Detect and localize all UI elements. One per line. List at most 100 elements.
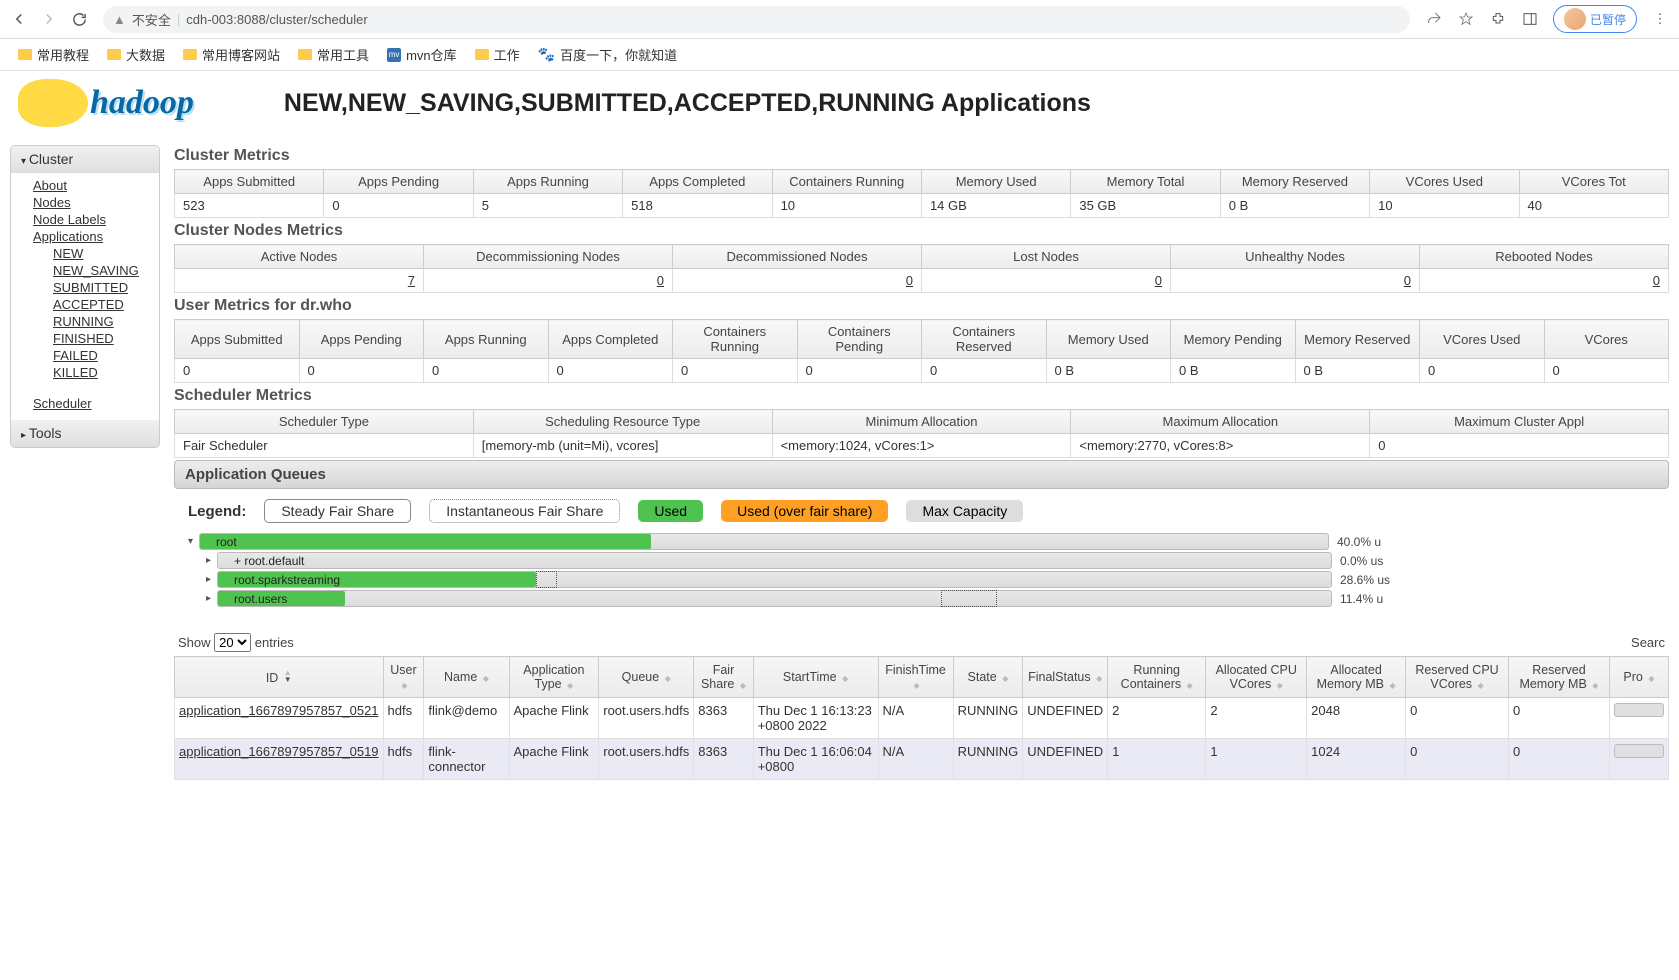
folder-icon (475, 49, 489, 60)
table-cell: 518 (623, 194, 772, 218)
cluster-metrics-table: Apps SubmittedApps PendingApps RunningAp… (174, 169, 1669, 218)
table-header: VCores Used (1370, 170, 1519, 194)
apps-header[interactable]: FinishTime ◆ (878, 657, 953, 698)
sidebar-appstate-link[interactable]: FAILED (53, 347, 159, 364)
queue-bar[interactable]: + root.default (217, 552, 1332, 569)
page-title: NEW,NEW_SAVING,SUBMITTED,ACCEPTED,RUNNIN… (284, 89, 1091, 118)
sidebar-appstate-link[interactable]: RUNNING (53, 313, 159, 330)
apps-header[interactable]: State ◆ (953, 657, 1023, 698)
warn-icon: ▲ (113, 12, 126, 27)
queue-toggle-icon[interactable]: ▸ (206, 574, 217, 585)
url-bar[interactable]: ▲ 不安全 | cdh-003:8088/cluster/scheduler (103, 6, 1410, 33)
bookmark-item[interactable]: 常用教程 (18, 45, 89, 64)
menu-icon[interactable]: ⋮ (1651, 10, 1669, 28)
table-header: Unhealthy Nodes (1171, 245, 1420, 269)
node-metrics-title: Cluster Nodes Metrics (174, 220, 1669, 244)
apps-header[interactable]: Reserved Memory MB ◆ (1508, 657, 1609, 698)
app-id-link[interactable]: application_1667897957857_0519 (179, 744, 379, 759)
panel-icon[interactable] (1521, 10, 1539, 28)
apps-cell: Apache Flink (509, 698, 599, 739)
reload-icon[interactable] (70, 10, 88, 28)
table-cell: 0 B (1046, 359, 1171, 383)
queue-bar[interactable]: root.users (217, 590, 1332, 607)
apps-cell: RUNNING (953, 739, 1023, 780)
sidebar-appstate-link[interactable]: FINISHED (53, 330, 159, 347)
queues-header[interactable]: Application Queues (174, 460, 1669, 489)
sidebar-link[interactable]: Nodes (33, 194, 159, 211)
back-icon[interactable] (10, 10, 28, 28)
bookmark-item[interactable]: mvmvn仓库 (387, 45, 457, 64)
apps-header[interactable]: FinalStatus ◆ (1023, 657, 1108, 698)
queue-name: root.users (234, 591, 287, 608)
table-header: Apps Running (473, 170, 622, 194)
sidebar-link[interactable]: Node Labels (33, 211, 159, 228)
table-cell: 0 (922, 359, 1047, 383)
node-count-link[interactable]: 0 (1155, 273, 1162, 288)
share-icon[interactable] (1425, 10, 1443, 28)
apps-header[interactable]: Pro ◆ (1609, 657, 1668, 698)
apps-cell: 2048 (1307, 698, 1406, 739)
table-header: VCores Used (1420, 320, 1545, 359)
app-id-link[interactable]: application_1667897957857_0521 (179, 703, 379, 718)
apps-header[interactable]: ID ▲▼ (175, 657, 384, 698)
bookmark-label: 百度一下，你就知道 (560, 45, 677, 64)
queue-toggle-icon[interactable]: ▾ (188, 536, 199, 547)
bookmark-item[interactable]: 常用博客网站 (183, 45, 280, 64)
queue-toggle-icon[interactable]: ▸ (206, 555, 217, 566)
table-header: Memory Pending (1171, 320, 1296, 359)
sidebar-appstate-link[interactable]: SUBMITTED (53, 279, 159, 296)
table-cell: 35 GB (1071, 194, 1220, 218)
node-count-link[interactable]: 0 (906, 273, 913, 288)
table-header: Maximum Cluster Appl (1370, 410, 1669, 434)
forward-icon[interactable] (40, 10, 58, 28)
apps-header[interactable]: Allocated Memory MB ◆ (1307, 657, 1406, 698)
legend-max: Max Capacity (906, 500, 1023, 522)
node-count-link[interactable]: 0 (657, 273, 664, 288)
entries-select[interactable]: 20 (214, 633, 251, 652)
bookmark-item[interactable]: 工作 (475, 45, 520, 64)
apps-header[interactable]: User ◆ (383, 657, 424, 698)
sidebar-appstate-link[interactable]: KILLED (53, 364, 159, 381)
sidebar-appstate-link[interactable]: NEW (53, 245, 159, 262)
queue-name: root.sparkstreaming (234, 572, 340, 589)
sidebar-scheduler-link[interactable]: Scheduler (33, 395, 159, 412)
node-count-link[interactable]: 0 (1404, 273, 1411, 288)
apps-header[interactable]: Reserved CPU VCores ◆ (1406, 657, 1509, 698)
sidebar-appstate-link[interactable]: NEW_SAVING (53, 262, 159, 279)
table-cell: 40 (1519, 194, 1668, 218)
apps-header[interactable]: Name ◆ (424, 657, 509, 698)
bookmark-label: 常用教程 (37, 45, 89, 64)
apps-header[interactable]: Running Containers ◆ (1108, 657, 1206, 698)
bookmark-item[interactable]: 🐾百度一下，你就知道 (538, 45, 677, 64)
queue-bar[interactable]: root (199, 533, 1329, 550)
user-metrics-table: Apps SubmittedApps PendingApps RunningAp… (174, 319, 1669, 383)
node-count-link[interactable]: 7 (408, 273, 415, 288)
bookmark-item[interactable]: 常用工具 (298, 45, 369, 64)
bookmark-item[interactable]: 大数据 (107, 45, 165, 64)
sidebar-tools-header[interactable]: Tools (11, 420, 159, 447)
apps-header[interactable]: Queue ◆ (599, 657, 694, 698)
table-cell: Fair Scheduler (175, 434, 474, 458)
star-icon[interactable] (1457, 10, 1475, 28)
apps-cell: UNDEFINED (1023, 739, 1108, 780)
apps-header[interactable]: Allocated CPU VCores ◆ (1206, 657, 1307, 698)
queue-name: + root.default (234, 553, 304, 570)
sidebar-appstate-link[interactable]: ACCEPTED (53, 296, 159, 313)
apps-table: ID ▲▼User ◆Name ◆Application Type ◆Queue… (174, 656, 1669, 780)
apps-header[interactable]: Fair Share ◆ (694, 657, 753, 698)
sidebar-link[interactable]: Applications (33, 228, 159, 245)
profile-badge[interactable]: 已暂停 (1553, 5, 1637, 33)
queue-toggle-icon[interactable]: ▸ (206, 593, 217, 604)
table-header: Containers Pending (797, 320, 922, 359)
table-header: Apps Running (424, 320, 549, 359)
sidebar-link[interactable]: About (33, 177, 159, 194)
sidebar-cluster-header[interactable]: Cluster (11, 146, 159, 173)
apps-header[interactable]: Application Type ◆ (509, 657, 599, 698)
queue-bar[interactable]: root.sparkstreaming (217, 571, 1332, 588)
apps-header[interactable]: StartTime ◆ (753, 657, 878, 698)
extensions-icon[interactable] (1489, 10, 1507, 28)
node-count-link[interactable]: 0 (1653, 273, 1660, 288)
table-header: Memory Used (921, 170, 1070, 194)
apps-cell: 2 (1108, 698, 1206, 739)
bookmark-label: 工作 (494, 45, 520, 64)
